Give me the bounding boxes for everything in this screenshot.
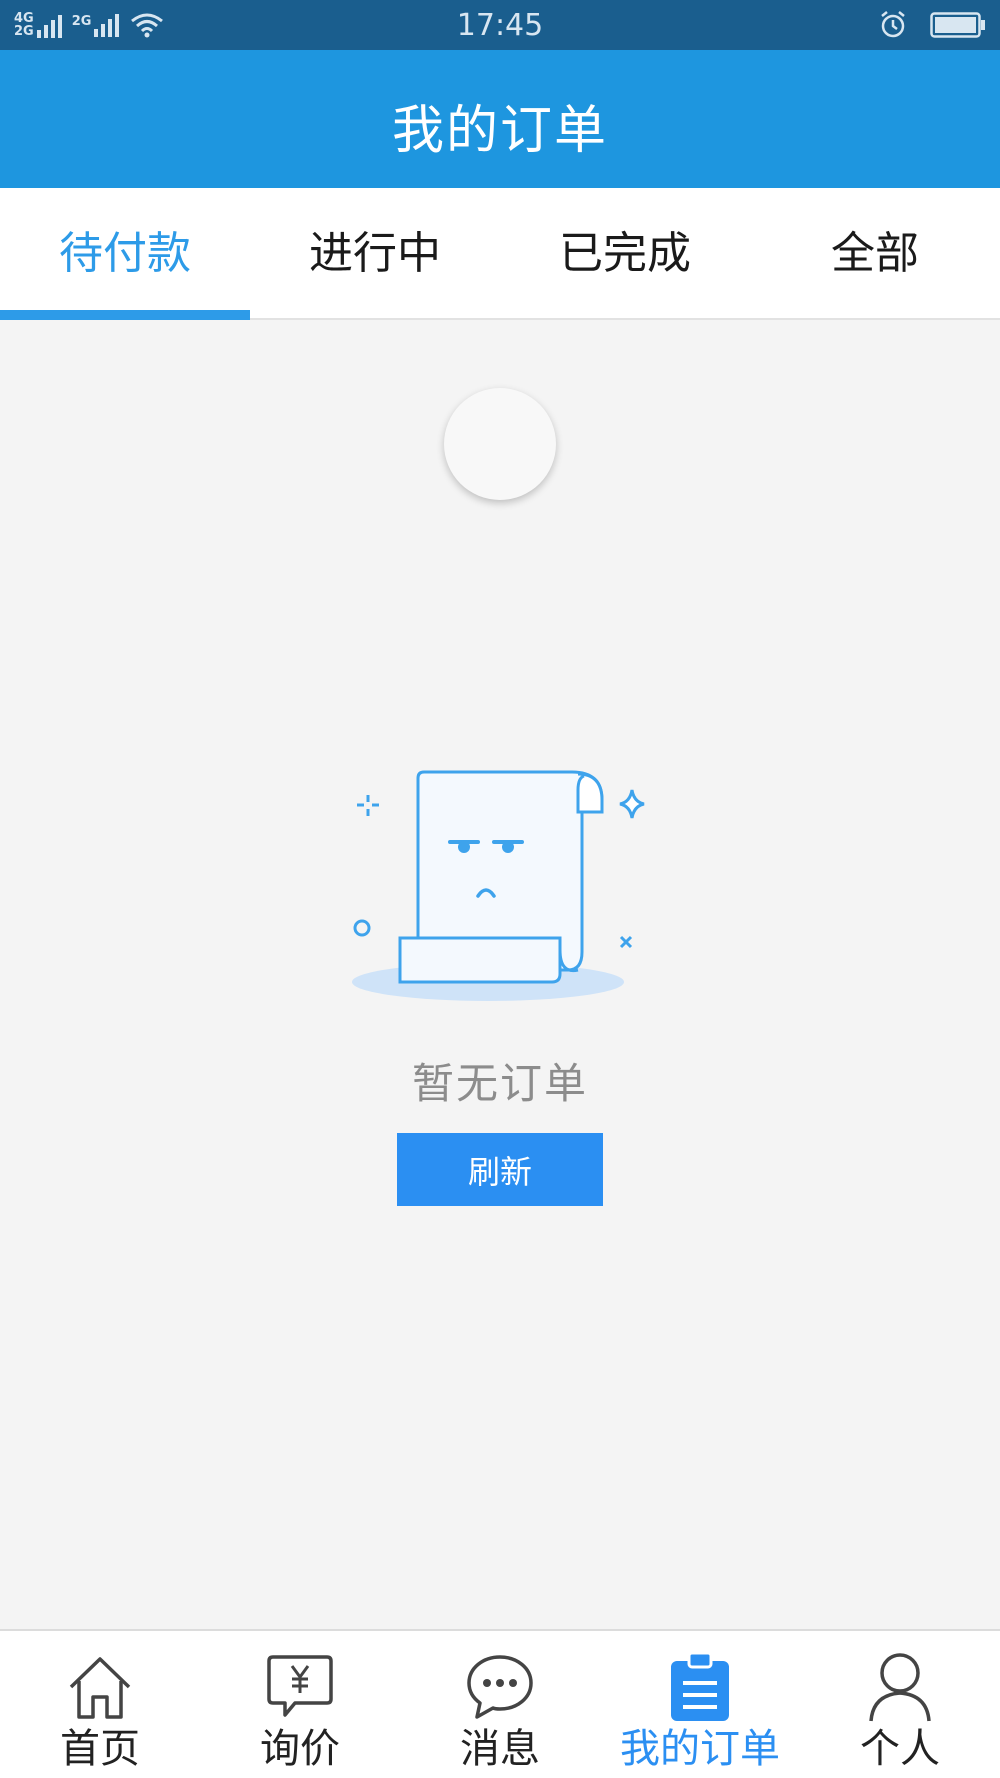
active-tab-indicator: [0, 310, 250, 320]
status-bar: 4G 2G 2G 17:45: [0, 0, 1000, 50]
order-tabs: 待付款 进行中 已完成 全部: [0, 188, 1000, 320]
nav-label-orders: 我的订单: [620, 1726, 780, 1772]
refresh-button[interactable]: 刷新: [397, 1133, 603, 1206]
alarm-icon: [881, 11, 905, 38]
tab-all[interactable]: 全部: [750, 188, 1000, 318]
message-icon: [467, 1655, 533, 1719]
sparkle-cross-icon: [357, 795, 379, 816]
nav-item-orders[interactable]: 我的订单: [600, 1631, 800, 1778]
pull-refresh-indicator: [444, 388, 556, 500]
app-bar: 我的订单: [0, 50, 1000, 188]
nav-item-profile[interactable]: 个人: [800, 1631, 1000, 1778]
nav-label-messages: 消息: [460, 1726, 540, 1772]
page-title: 我的订单: [391, 101, 608, 161]
bottom-nav: 首页 询价 消息 我的订单 个人: [0, 1629, 1000, 1778]
sparkle-circle-icon: [353, 919, 371, 937]
tab-in-progress[interactable]: 进行中: [250, 188, 500, 318]
nav-item-inquiry[interactable]: 询价: [200, 1631, 400, 1778]
person-icon: [869, 1653, 931, 1722]
orders-icon: [671, 1651, 729, 1721]
tab-completed[interactable]: 已完成: [500, 188, 750, 318]
nav-label-inquiry: 询价: [260, 1726, 340, 1772]
battery-icon: [930, 12, 985, 38]
home-icon: [69, 1657, 131, 1719]
inquiry-icon: [267, 1655, 333, 1717]
status-time: 17:45: [456, 8, 544, 43]
sparkle-x-icon: [619, 935, 633, 949]
nav-item-messages[interactable]: 消息: [400, 1631, 600, 1778]
nav-item-home[interactable]: 首页: [0, 1631, 200, 1778]
status-bar-right: [878, 8, 986, 42]
nav-label-home: 首页: [60, 1726, 140, 1772]
empty-message: 暂无订单: [411, 1059, 588, 1108]
sparkle-star-icon: [619, 789, 645, 819]
nav-label-profile: 个人: [860, 1726, 940, 1772]
tab-pending-payment[interactable]: 待付款: [0, 188, 250, 318]
empty-orders-illustration: [352, 770, 645, 1001]
